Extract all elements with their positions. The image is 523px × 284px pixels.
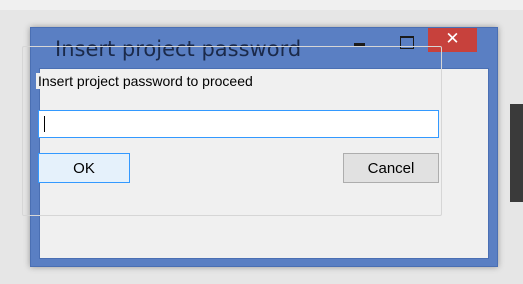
desktop-background: Insert project password ✕ Insert project…	[0, 0, 523, 284]
text-caret	[44, 116, 45, 132]
cancel-button[interactable]: Cancel	[343, 153, 439, 183]
groupbox-label: Insert project password to proceed	[36, 73, 255, 89]
password-input[interactable]	[38, 110, 439, 138]
ok-button[interactable]: OK	[38, 153, 130, 183]
background-glyph	[510, 104, 523, 202]
